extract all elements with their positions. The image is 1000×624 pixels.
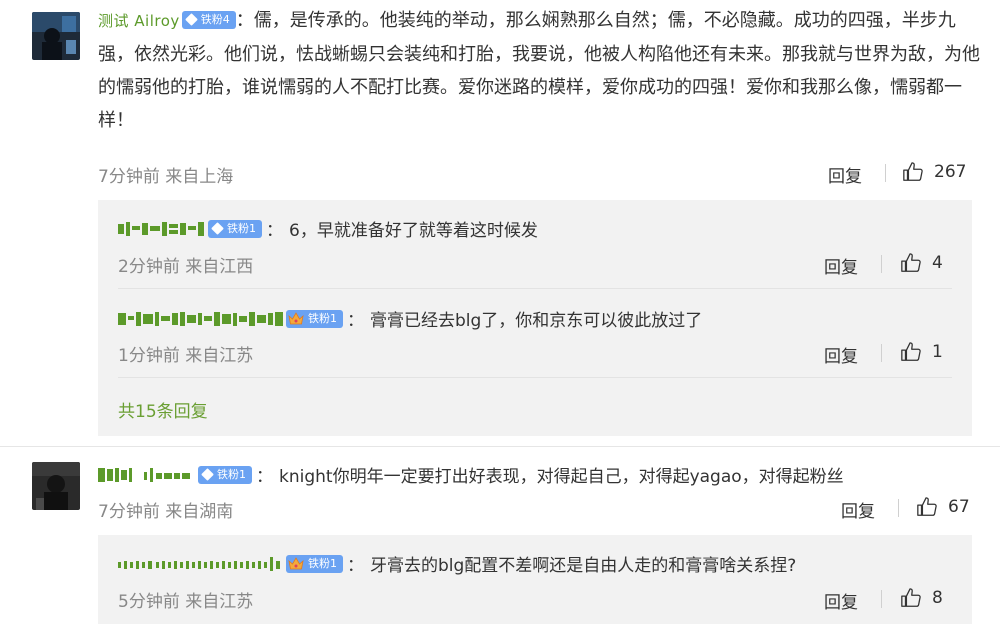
reply-button[interactable]: 回复: [824, 253, 858, 278]
diamond-icon: [184, 13, 198, 26]
crown-icon: [288, 311, 304, 324]
reply-button[interactable]: 回复: [828, 162, 862, 187]
like-button[interactable]: 8: [900, 587, 943, 609]
colon: ：: [235, 10, 254, 31]
fan-badge: 铁粉4: [181, 10, 236, 29]
like-count: 67: [948, 497, 970, 517]
badge-label: 铁粉4: [200, 12, 230, 26]
like-button[interactable]: 1: [900, 341, 943, 363]
fan-badge: 铁粉1: [286, 309, 343, 328]
reply-text: 牙膏去的blg配置不差啊还是自由人走的和膏膏啥关系捏?: [370, 556, 797, 576]
reply-1-line: 铁粉1 ： 牙膏去的blg配置不差啊还是自由人走的和膏膏啥关系捏?: [118, 551, 796, 576]
reply-meta: 1分钟前 来自江苏: [118, 346, 254, 366]
reply-button[interactable]: 回复: [824, 342, 858, 367]
like-count: 267: [934, 162, 967, 182]
fan-badge: 铁粉1: [198, 465, 252, 484]
comment-meta: 7分钟前 来自上海: [98, 167, 234, 187]
reply-2-line: 铁粉1 ： 膏膏已经去blg了，你和京东可以彼此放过了: [118, 306, 702, 331]
crown-icon: [288, 556, 304, 569]
like-count: 4: [932, 253, 943, 273]
fan-badge: 铁粉1: [208, 219, 262, 238]
comment-meta: 7分钟前 来自湖南: [98, 502, 234, 522]
username-obscured[interactable]: [118, 555, 284, 573]
comment-body: 测试 Ailroy 铁粉4 ：儒，是传承的。他装纯的举动，那么娴熟那么自然；儒，不必…: [98, 4, 988, 137]
reply-meta: 5分钟前 来自江苏: [118, 592, 254, 612]
reply-1-line: 铁粉1 ： 6，早就准备好了就等着这时候发: [118, 216, 538, 241]
thumbs-up-icon: [917, 497, 937, 516]
reply-button[interactable]: 回复: [841, 497, 875, 522]
reply-divider: [118, 377, 952, 378]
separator: [881, 590, 882, 608]
username-obscured[interactable]: [98, 466, 196, 484]
user-avatar[interactable]: [32, 12, 80, 60]
reply-divider: [118, 288, 952, 289]
thumbs-up-icon: [901, 253, 921, 272]
username-obscured[interactable]: [118, 310, 284, 328]
comment-divider: [0, 446, 1000, 447]
diamond-icon: [211, 222, 224, 235]
avatar-image: [32, 12, 80, 60]
username[interactable]: 测试 Ailroy: [98, 12, 180, 30]
like-button[interactable]: 4: [900, 252, 943, 274]
separator: [881, 255, 882, 273]
thumbs-up-icon: [901, 588, 921, 607]
reply-meta: 2分钟前 来自江西: [118, 257, 254, 277]
like-count: 1: [932, 342, 943, 362]
reply-text: 膏膏已经去blg了，你和京东可以彼此放过了: [370, 311, 703, 331]
fan-badge: 铁粉1: [286, 554, 343, 573]
like-button[interactable]: 267: [902, 161, 966, 183]
avatar-image: [32, 462, 80, 510]
reply-section: 铁粉1 ： 牙膏去的blg配置不差啊还是自由人走的和膏膏啥关系捏? 5分钟前 来…: [98, 535, 972, 624]
reply-section: 铁粉1 ： 6，早就准备好了就等着这时候发 2分钟前 来自江西 回复 4 铁粉1…: [98, 200, 972, 436]
thumbs-up-icon: [903, 162, 923, 181]
separator: [881, 344, 882, 362]
separator: [898, 499, 899, 517]
like-count: 8: [932, 588, 943, 608]
separator: [885, 164, 886, 182]
user-avatar[interactable]: [32, 462, 80, 510]
diamond-icon: [201, 468, 214, 481]
like-button[interactable]: 67: [916, 496, 970, 518]
comment-line: 铁粉1 ： knight你明年一定要打出好表现，对得起自己，对得起yagao，对…: [98, 462, 844, 487]
username-obscured[interactable]: [118, 220, 206, 238]
reply-text: 6，早就准备好了就等着这时候发: [289, 221, 538, 241]
view-more-replies-link[interactable]: 共15条回复: [118, 397, 208, 422]
comment-text: knight你明年一定要打出好表现，对得起自己，对得起yagao，对得起粉丝: [279, 467, 844, 487]
thumbs-up-icon: [901, 342, 921, 361]
reply-button[interactable]: 回复: [824, 588, 858, 613]
